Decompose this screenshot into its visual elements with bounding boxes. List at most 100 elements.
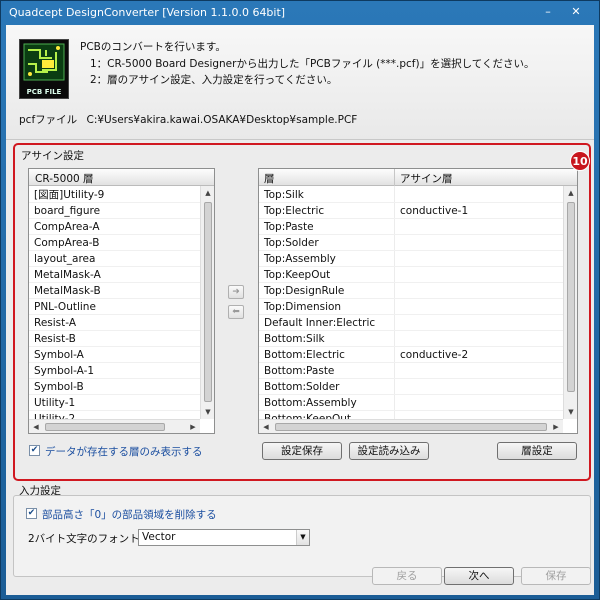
left-list-header: CR-5000 層 — [29, 169, 214, 186]
scroll-thumb[interactable] — [567, 202, 575, 392]
show-existing-only-checkbox[interactable]: ✔ — [29, 445, 40, 456]
scroll-thumb[interactable] — [204, 202, 212, 402]
layer-cell: Bottom:Paste — [264, 365, 335, 377]
scroll-thumb[interactable] — [45, 423, 165, 431]
header-divider — [6, 139, 594, 140]
table-row[interactable]: Top:Solder — [259, 235, 563, 251]
list-item[interactable]: CompArea-A — [29, 219, 200, 235]
show-existing-only-label[interactable]: データが存在する層のみ表示する — [45, 444, 203, 459]
assign-settings-title: アサイン設定 — [21, 150, 84, 162]
intro-line: PCBのコンバートを行います。 — [80, 41, 226, 53]
save-settings-button[interactable]: 設定保存 — [262, 442, 342, 460]
logo-caption: PCB FILE — [26, 88, 62, 96]
table-row[interactable]: Top:Paste — [259, 219, 563, 235]
table-row[interactable]: Bottom:Solder — [259, 379, 563, 395]
table-row[interactable]: Top:DesignRule — [259, 283, 563, 299]
table-row[interactable]: Top:Assembly — [259, 251, 563, 267]
table-row[interactable]: Bottom:Electric conductive-2 — [259, 347, 563, 363]
scroll-right-icon[interactable]: ▶ — [549, 420, 563, 433]
left-vertical-scrollbar[interactable]: ▲ ▼ — [200, 186, 214, 419]
minimize-button[interactable]: – — [539, 4, 557, 20]
list-item-label: Utility-1 — [34, 397, 76, 409]
list-item[interactable]: Resist-A — [29, 315, 200, 331]
load-settings-button[interactable]: 設定読み込み — [349, 442, 429, 460]
list-item-label: Resist-A — [34, 317, 76, 329]
table-row[interactable]: Top:Dimension — [259, 299, 563, 315]
list-item[interactable]: Resist-B — [29, 331, 200, 347]
layer-cell: Top:Solder — [264, 237, 319, 249]
scroll-up-icon[interactable]: ▲ — [564, 186, 577, 200]
assign-arrow-left-button[interactable]: ⬅ — [228, 305, 244, 319]
list-item[interactable]: PNL-Outline — [29, 299, 200, 315]
cr5000-layer-column-header[interactable]: CR-5000 層 — [35, 171, 94, 186]
scroll-right-icon[interactable]: ▶ — [186, 420, 200, 433]
scroll-left-icon[interactable]: ◀ — [29, 420, 43, 433]
list-item[interactable]: Symbol-A — [29, 347, 200, 363]
step1-text: 1：CR-5000 Board Designerから出力した「PCBファイル (… — [90, 58, 535, 70]
assign-layer-cell[interactable]: conductive-2 — [400, 347, 468, 363]
list-item[interactable]: Utility-1 — [29, 395, 200, 411]
layer-cell: Bottom:Solder — [264, 381, 340, 393]
scroll-up-icon[interactable]: ▲ — [201, 186, 214, 200]
pcb-file-logo: PCB FILE — [19, 39, 69, 99]
next-button[interactable]: 次へ — [444, 567, 514, 585]
scroll-left-icon[interactable]: ◀ — [259, 420, 273, 433]
list-item[interactable]: layout_area — [29, 251, 200, 267]
font-select-value: Vector — [142, 531, 176, 543]
font-select[interactable]: Vector ▼ — [138, 529, 310, 546]
table-row[interactable]: Bottom:Silk — [259, 331, 563, 347]
cr5000-layer-list[interactable]: CR-5000 層 [図面]Utility-9 board_figure CompA… — [28, 168, 215, 434]
list-item[interactable]: Symbol-B — [29, 379, 200, 395]
table-row[interactable]: Default Inner:Electric — [259, 315, 563, 331]
list-item-label: MetalMask-B — [34, 285, 101, 297]
save-button[interactable]: 保存 — [521, 567, 591, 585]
scroll-down-icon[interactable]: ▼ — [564, 405, 577, 419]
layer-cell: Top:DesignRule — [264, 285, 345, 297]
assignment-list[interactable]: 層 アサイン層 Top:Silk Top:Electric conductive-1… — [258, 168, 578, 434]
table-row[interactable]: Top:Electric conductive-1 — [259, 203, 563, 219]
assign-layer-column-header[interactable]: アサイン層 — [400, 171, 453, 186]
layer-cell: Top:Paste — [264, 221, 314, 233]
scroll-thumb[interactable] — [275, 423, 547, 431]
right-vertical-scrollbar[interactable]: ▲ ▼ — [563, 186, 577, 419]
main-window: Quadcept DesignConverter [Version 1.1.0.… — [0, 0, 600, 600]
chevron-down-icon[interactable]: ▼ — [296, 530, 309, 545]
list-item[interactable]: [図面]Utility-9 — [29, 187, 200, 203]
list-item-label: CompArea-A — [34, 221, 100, 233]
list-item[interactable]: CompArea-B — [29, 235, 200, 251]
list-item-label: layout_area — [34, 253, 96, 265]
list-item-label: [図面]Utility-9 — [34, 189, 105, 201]
pcf-label: pcfファイル — [19, 114, 78, 126]
close-button[interactable]: ✕ — [567, 4, 585, 20]
list-item-label: CompArea-B — [34, 237, 100, 249]
table-row[interactable]: Top:KeepOut — [259, 267, 563, 283]
table-row[interactable]: Bottom:Paste — [259, 363, 563, 379]
scroll-down-icon[interactable]: ▼ — [201, 405, 214, 419]
list-item[interactable]: MetalMask-A — [29, 267, 200, 283]
layer-settings-button[interactable]: 層設定 — [497, 442, 577, 460]
title-bar[interactable]: Quadcept DesignConverter [Version 1.1.0.… — [1, 1, 599, 25]
assign-arrow-right-button[interactable]: ➜ — [228, 285, 244, 299]
layer-cell: Top:KeepOut — [264, 269, 331, 281]
left-horizontal-scrollbar[interactable]: ◀ ▶ — [29, 419, 200, 433]
callout-badge: 10 — [570, 151, 590, 171]
delete-zero-height-checkbox[interactable]: ✔ — [26, 508, 37, 519]
list-item[interactable]: MetalMask-B — [29, 283, 200, 299]
font-label: 2バイト文字のフォント — [28, 533, 140, 545]
table-row[interactable]: Top:Silk — [259, 187, 563, 203]
column-divider[interactable] — [394, 169, 395, 186]
right-horizontal-scrollbar[interactable]: ◀ ▶ — [259, 419, 563, 433]
delete-zero-height-label[interactable]: 部品高さ「0」の部品領域を削除する — [42, 507, 217, 522]
layer-column-header[interactable]: 層 — [264, 171, 275, 186]
list-item[interactable]: board_figure — [29, 203, 200, 219]
list-item-label: Symbol-B — [34, 381, 84, 393]
right-list-header: 層 アサイン層 — [259, 169, 577, 186]
table-row[interactable]: Bottom:Assembly — [259, 395, 563, 411]
assign-layer-cell[interactable]: conductive-1 — [400, 203, 468, 219]
list-item[interactable]: Symbol-A-1 — [29, 363, 200, 379]
header-panel: PCB FILE PCBのコンバートを行います。 1：CR-5000 Board… — [6, 25, 594, 139]
list-item-label: PNL-Outline — [34, 301, 96, 313]
layer-cell: Bottom:Silk — [264, 333, 325, 345]
layer-cell: Top:Assembly — [264, 253, 336, 265]
back-button[interactable]: 戻る — [372, 567, 442, 585]
